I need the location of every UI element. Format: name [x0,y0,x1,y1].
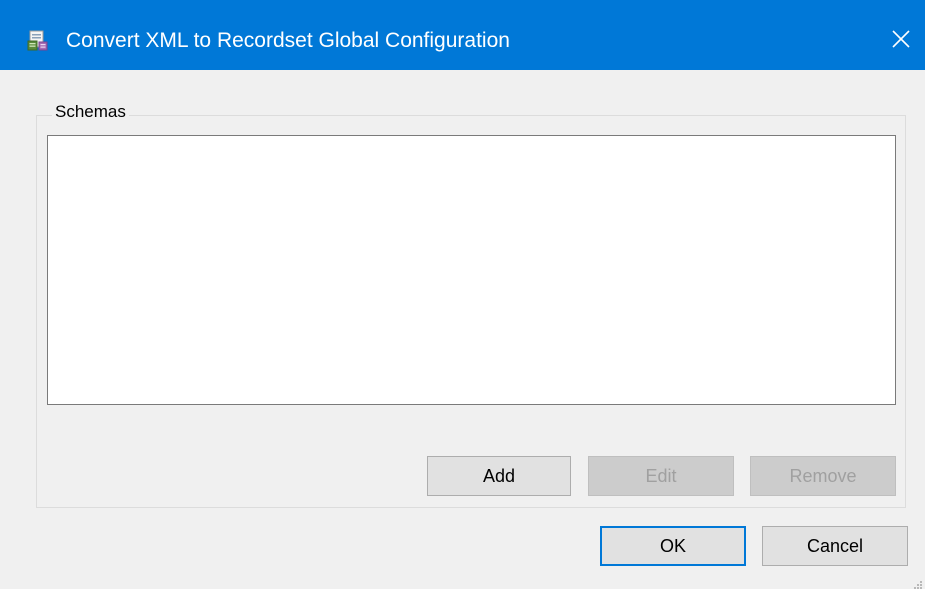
remove-schema-button[interactable]: Remove [750,456,896,496]
window-title: Convert XML to Recordset Global Configur… [66,29,510,52]
schemas-list[interactable] [47,135,896,405]
schemas-group-label: Schemas [52,101,129,123]
cancel-button[interactable]: Cancel [762,526,908,566]
close-button[interactable] [877,16,925,64]
add-schema-button[interactable]: Add [427,456,571,496]
close-icon [892,30,910,48]
resize-grip-icon[interactable] [913,577,923,589]
title-bar[interactable]: Convert XML to Recordset Global Configur… [0,0,925,70]
xml-recordset-app-icon [27,30,49,52]
global-configuration-dialog: Convert XML to Recordset Global Configur… [0,0,925,589]
ok-button[interactable]: OK [600,526,746,566]
edit-schema-button[interactable]: Edit [588,456,734,496]
